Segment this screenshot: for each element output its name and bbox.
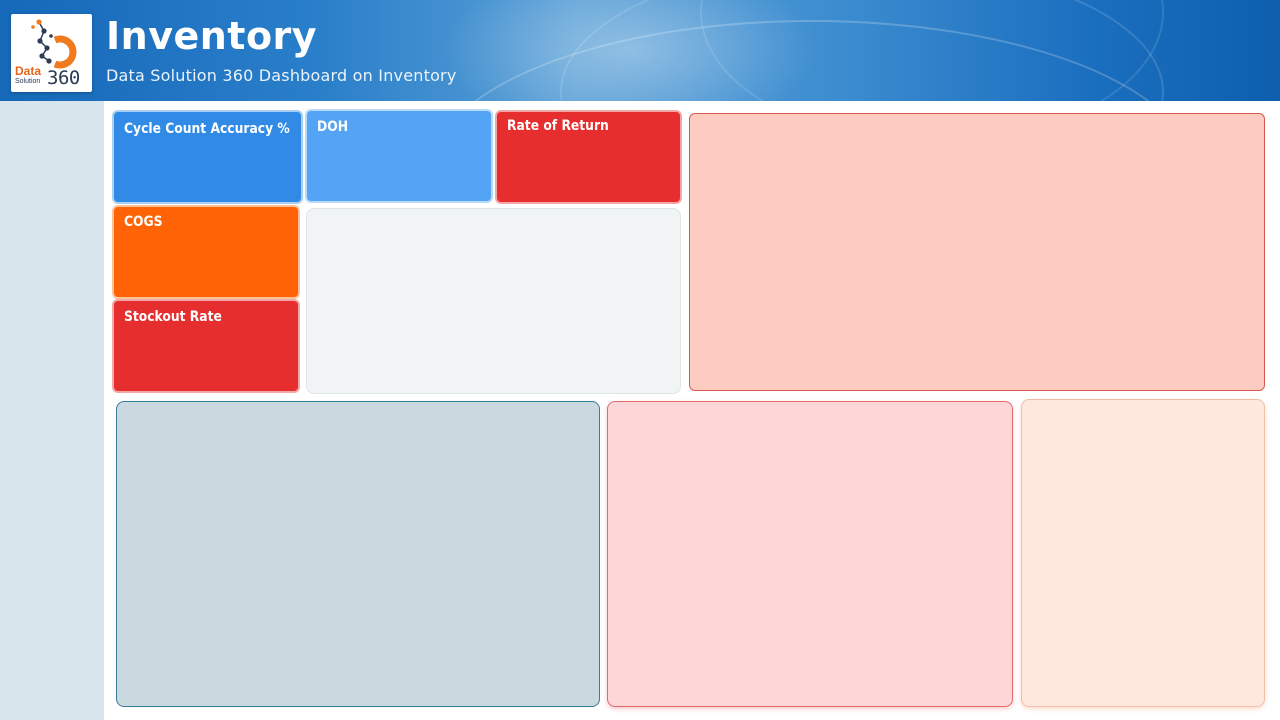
kpi-label: Rate of Return bbox=[507, 118, 609, 134]
visual-panel-salmon[interactable] bbox=[689, 113, 1265, 391]
header-arc bbox=[700, 0, 1164, 101]
dashboard-page: Data Solution 360 Inventory Data Solutio… bbox=[0, 0, 1280, 720]
logo-text-solution: Solution bbox=[15, 78, 41, 85]
kpi-card-rate-of-return[interactable]: Rate of Return bbox=[497, 112, 680, 202]
kpi-card-cogs[interactable]: COGS bbox=[114, 207, 298, 297]
header-banner: Data Solution 360 Inventory Data Solutio… bbox=[0, 0, 1280, 101]
visual-panel-slate[interactable] bbox=[116, 401, 600, 707]
logo-text-360: 360 bbox=[47, 67, 80, 89]
logo-text-data: Data bbox=[15, 64, 42, 78]
visual-panel-grey[interactable] bbox=[306, 208, 681, 394]
kpi-card-cycle-count-accuracy[interactable]: Cycle Count Accuracy % bbox=[114, 112, 301, 202]
page-subtitle: Data Solution 360 Dashboard on Inventory bbox=[106, 66, 457, 85]
logo[interactable]: Data Solution 360 bbox=[11, 14, 92, 92]
kpi-card-doh[interactable]: DOH bbox=[307, 111, 491, 201]
visual-panel-peach[interactable] bbox=[1021, 399, 1265, 707]
kpi-label: Cycle Count Accuracy % bbox=[124, 121, 290, 137]
sidebar bbox=[0, 101, 104, 720]
kpi-card-stockout-rate[interactable]: Stockout Rate bbox=[114, 301, 298, 391]
page-title: Inventory bbox=[106, 14, 318, 58]
kpi-label: DOH bbox=[317, 119, 349, 135]
visual-panel-pink[interactable] bbox=[607, 401, 1013, 707]
kpi-label: COGS bbox=[124, 214, 163, 230]
kpi-label: Stockout Rate bbox=[124, 309, 222, 325]
